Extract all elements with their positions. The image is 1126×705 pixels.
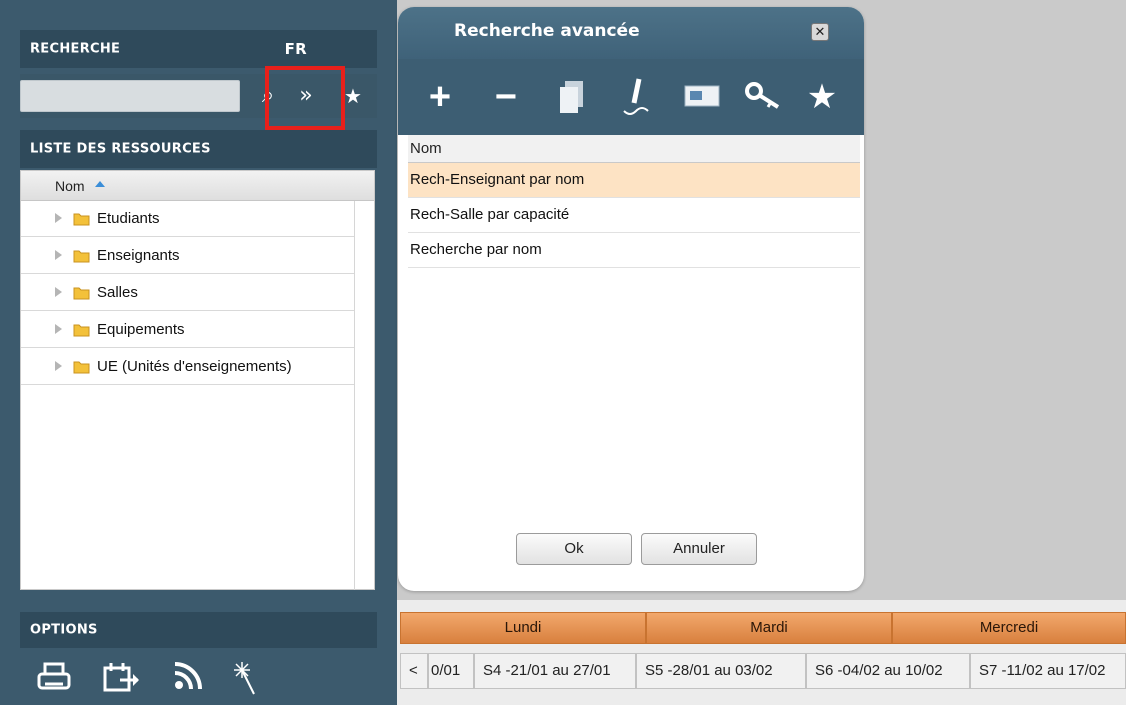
- tree-item-label: Enseignants: [97, 247, 180, 264]
- remove-icon[interactable]: −: [486, 77, 526, 117]
- advanced-search-dialog: Recherche avancée ✕ + − ★ Nom Rech-Ensei…: [398, 7, 864, 591]
- ok-button[interactable]: Ok: [516, 533, 632, 565]
- dialog-title: Recherche avancée: [454, 21, 640, 41]
- search-section-header: RECHERCHE FR: [20, 30, 377, 68]
- dialog-title-bar[interactable]: Recherche avancée ✕: [398, 7, 864, 59]
- options-toolbar: [20, 660, 377, 705]
- expand-arrow-icon[interactable]: [55, 250, 62, 260]
- folder-icon: [73, 324, 90, 337]
- tree-item-enseignants[interactable]: Enseignants: [21, 238, 354, 274]
- resource-tree: Nom Etudiants Enseignants Salles Equipem…: [20, 170, 375, 590]
- left-panel: RECHERCHE FR ⌕ » ★ LISTE DES RESSOURCES …: [0, 0, 397, 705]
- expand-arrow-icon[interactable]: [55, 361, 62, 371]
- tree-item-label: UE (Unités d'enseignements): [97, 358, 292, 375]
- magic-wand-icon[interactable]: [232, 660, 264, 699]
- week-tab-s5[interactable]: S5 -28/01 au 03/02: [636, 653, 806, 689]
- list-item-selected[interactable]: Rech-Enseignant par nom: [408, 163, 860, 198]
- day-header-mardi[interactable]: Mardi: [646, 612, 892, 644]
- expand-arrow-icon[interactable]: [55, 287, 62, 297]
- week-prev-button[interactable]: <: [400, 653, 428, 689]
- options-section-header: OPTIONS: [20, 612, 377, 648]
- add-icon[interactable]: +: [420, 77, 460, 117]
- sort-ascending-icon: [95, 181, 105, 187]
- options-header-title: OPTIONS: [30, 622, 98, 638]
- export-calendar-icon[interactable]: [102, 660, 142, 699]
- week-selector: < 0/01 S4 -21/01 au 27/01 S5 -28/01 au 0…: [400, 653, 1126, 689]
- copy-icon[interactable]: [552, 77, 592, 117]
- print-icon[interactable]: [36, 660, 72, 699]
- folder-icon: [73, 213, 90, 226]
- day-headers: Lundi Mardi Mercredi: [400, 612, 1126, 644]
- dialog-column-label: Nom: [410, 140, 442, 157]
- edit-pen-icon[interactable]: [616, 77, 656, 117]
- search-header-title: RECHERCHE: [30, 41, 121, 57]
- tree-column-label: Nom: [55, 178, 85, 194]
- day-header-mercredi[interactable]: Mercredi: [892, 612, 1126, 644]
- close-icon[interactable]: ✕: [811, 23, 829, 41]
- expand-arrow-icon[interactable]: [55, 324, 62, 334]
- list-item-label: Recherche par nom: [410, 241, 542, 258]
- tree-column-header[interactable]: Nom: [21, 171, 374, 201]
- tree-item-salles[interactable]: Salles: [21, 275, 354, 311]
- list-item[interactable]: Rech-Salle par capacité: [408, 198, 860, 233]
- folder-icon: [73, 287, 90, 300]
- day-header-lundi[interactable]: Lundi: [400, 612, 646, 644]
- rss-feed-icon[interactable]: [172, 660, 204, 695]
- week-tab-s7[interactable]: S7 -11/02 au 17/02: [970, 653, 1126, 689]
- key-icon[interactable]: [742, 77, 786, 117]
- dialog-column-header[interactable]: Nom: [408, 135, 860, 163]
- week-tab[interactable]: 0/01: [428, 653, 474, 689]
- tree-item-ue[interactable]: UE (Unités d'enseignements): [21, 349, 354, 385]
- list-item-label: Rech-Enseignant par nom: [410, 171, 585, 188]
- resources-header-title: LISTE DES RESSOURCES: [30, 141, 211, 157]
- card-icon[interactable]: [680, 77, 724, 117]
- expand-arrow-icon[interactable]: [55, 213, 62, 223]
- tree-divider: [354, 201, 355, 590]
- resources-section-header: LISTE DES RESSOURCES: [20, 130, 377, 168]
- cancel-button[interactable]: Annuler: [641, 533, 757, 565]
- tree-item-equipements[interactable]: Equipements: [21, 312, 354, 348]
- highlight-box: [265, 66, 345, 130]
- week-tab-s4[interactable]: S4 -21/01 au 27/01: [474, 653, 636, 689]
- language-selector[interactable]: FR: [285, 40, 307, 58]
- search-input[interactable]: [20, 80, 240, 112]
- favorite-star-icon[interactable]: ★: [802, 77, 842, 117]
- tree-item-label: Equipements: [97, 321, 185, 338]
- folder-icon: [73, 361, 90, 374]
- list-item-label: Rech-Salle par capacité: [410, 206, 570, 223]
- list-item[interactable]: Recherche par nom: [408, 233, 860, 268]
- tree-item-label: Etudiants: [97, 210, 160, 227]
- dialog-toolbar: + − ★: [398, 59, 864, 135]
- folder-icon: [73, 250, 90, 263]
- week-tab-s6[interactable]: S6 -04/02 au 10/02: [806, 653, 970, 689]
- tree-item-etudiants[interactable]: Etudiants: [21, 201, 354, 237]
- tree-item-label: Salles: [97, 284, 138, 301]
